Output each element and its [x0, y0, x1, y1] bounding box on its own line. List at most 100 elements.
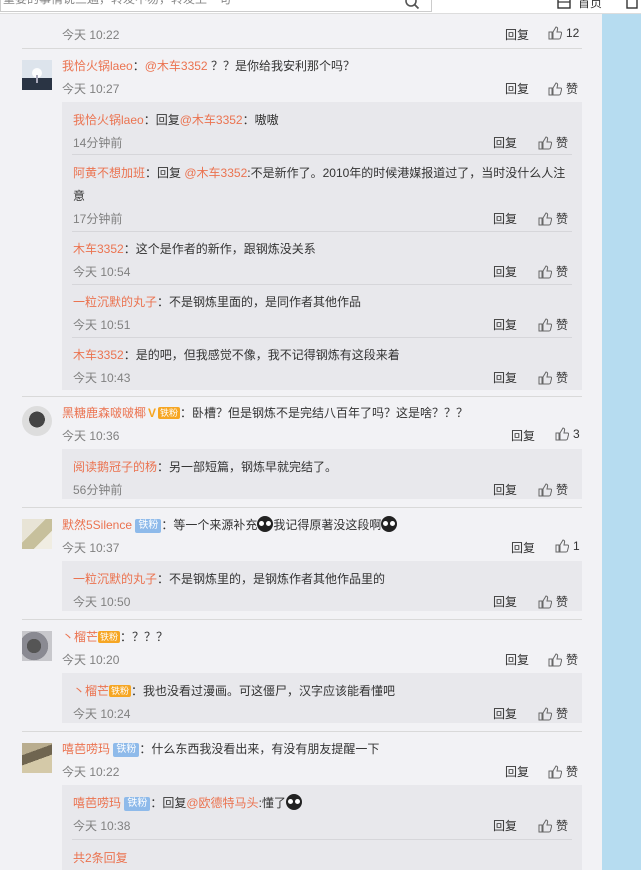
like-button[interactable]: 赞 [538, 316, 568, 333]
emoji-icon [285, 794, 302, 810]
thumbs-up-icon [538, 818, 552, 832]
like-button[interactable]: 赞 [548, 651, 578, 668]
divider [22, 619, 582, 620]
like-button[interactable]: 3 [555, 427, 580, 441]
emoji-icon [257, 516, 274, 532]
reply-text: 我恰火锅laeo：回复@木车3352：嗷嗷 [73, 111, 279, 128]
reply-button[interactable]: 回复 [505, 26, 529, 43]
avatar[interactable] [22, 60, 52, 90]
reply-button[interactable]: 回复 [493, 593, 517, 610]
comment-body: ：卧槽？但是钢炼不是完结八百年了吗？这是啥？？？ [180, 406, 469, 420]
like-count: 3 [573, 427, 580, 441]
like-button[interactable]: 赞 [538, 369, 568, 386]
like-button[interactable]: 赞 [538, 210, 568, 227]
like-button[interactable]: 赞 [538, 593, 568, 610]
comment-body: ：？？？ [120, 630, 169, 644]
avatar[interactable] [22, 406, 52, 436]
like-count: 赞 [556, 212, 569, 226]
reply-button[interactable]: 回复 [511, 427, 535, 444]
like-button[interactable]: 赞 [538, 263, 568, 280]
username-link[interactable]: 我恰火锅laeo [73, 113, 144, 127]
comment-body: ：等一个来源补充 [161, 518, 258, 532]
thumbs-up-icon [538, 482, 552, 496]
like-count: 赞 [566, 765, 579, 779]
reply-button[interactable]: 回复 [493, 481, 517, 498]
reply-text: 丶榴芒 铁粉 ：我也没看过漫画。可这僵尸，汉字应该能看懂吧 [73, 682, 395, 699]
like-button[interactable]: 赞 [538, 817, 568, 834]
reply-time: 17分钟前 [73, 212, 123, 226]
username-link[interactable]: 丶榴芒 [62, 630, 98, 644]
reply-button[interactable]: 回复 [493, 263, 517, 280]
thumbs-up-icon [538, 594, 552, 608]
username-link[interactable]: 木车3352 [73, 348, 124, 362]
reply-body: :懂了 [258, 796, 286, 810]
like-count: 赞 [556, 819, 569, 833]
reply-time: 今天 10:50 [73, 595, 131, 609]
like-count: 赞 [566, 653, 579, 667]
username-link[interactable]: 嘻芭唠玛 [73, 796, 121, 810]
reply-prefix: ：回复 [145, 166, 182, 180]
divider [72, 231, 572, 232]
username-link[interactable]: 默然5Silence [62, 518, 132, 532]
mention-link[interactable]: @木车3352 [184, 166, 247, 180]
avatar[interactable] [22, 631, 52, 661]
like-count: 赞 [556, 595, 569, 609]
like-button[interactable]: 赞 [538, 134, 568, 151]
like-button[interactable]: 赞 [548, 763, 578, 780]
divider [72, 154, 572, 155]
emoji-icon [381, 516, 398, 532]
comment-body: ？？是你给我安利那个吗？ [210, 59, 355, 73]
username-link[interactable]: 我恰火锅laeo [62, 59, 133, 73]
home-icon[interactable] [556, 0, 572, 10]
avatar[interactable] [22, 743, 52, 773]
reply-button[interactable]: 回复 [493, 369, 517, 386]
search-input[interactable]: 重要的事情说三遍，转发不易，转发上一句 [0, 0, 432, 12]
reply-text: 阿黄不想加班：回复 @木车3352:不是新作了。2010年的时候港媒报道过了，当… [73, 164, 565, 181]
reply-button[interactable]: 回复 [493, 210, 517, 227]
reply-text: 阅读鹅冠子的杨：另一部短篇，钢炼早就完结了。 [73, 458, 337, 475]
reply-button[interactable]: 回复 [493, 817, 517, 834]
thumbs-up-icon [548, 26, 562, 40]
reply-button[interactable]: 回复 [493, 316, 517, 333]
username-link[interactable]: 一粒沉默的丸子 [73, 572, 157, 586]
reply-button[interactable]: 回复 [493, 705, 517, 722]
like-button[interactable]: 12 [548, 26, 579, 40]
reply-button[interactable]: 回复 [505, 651, 529, 668]
comment-text: 黑糖鹿森啵啵椰 V 铁粉 ：卧槽？但是钢炼不是完结八百年了吗？这是啥？？？ [62, 404, 468, 421]
divider [22, 48, 582, 49]
username-link[interactable]: 一粒沉默的丸子 [73, 295, 157, 309]
reply-body: ：是的吧，但我感觉不像，我不记得钢炼有这段来着 [123, 348, 400, 362]
mention-link[interactable]: @欧德特马头 [186, 796, 258, 810]
mention-link[interactable]: @木车3352 [145, 59, 208, 73]
reply-button[interactable]: 回复 [493, 134, 517, 151]
fan-badge: 铁粉 [113, 743, 140, 757]
like-button[interactable]: 1 [555, 539, 580, 553]
reply-button[interactable]: 回复 [505, 80, 529, 97]
reply-body: ：不是钢炼里的，是钢炼作者其他作品里的 [157, 572, 386, 586]
username-link[interactable]: 阅读鹅冠子的杨 [73, 460, 157, 474]
home-link[interactable]: 首页 [578, 0, 602, 11]
comment-body-continued: 我记得原著没这段啊 [273, 518, 382, 532]
reply-prefix: ：回复 [150, 796, 187, 810]
comment-body: ：什么东西我没看出来，有没有朋友提醒一下 [139, 742, 380, 756]
username-link[interactable]: 阿黄不想加班 [73, 166, 145, 180]
reply-text: 木车3352：是的吧，但我感觉不像，我不记得钢炼有这段来着 [73, 346, 400, 363]
username-link[interactable]: 黑糖鹿森啵啵椰 [62, 406, 146, 420]
search-icon[interactable] [404, 0, 420, 10]
message-icon[interactable] [625, 0, 639, 10]
reply-body: :不是新作了。2010年的时候港媒报道过了，当时没什么人注 [247, 166, 566, 180]
divider [22, 507, 582, 508]
username-link[interactable]: 丶榴芒 [73, 684, 109, 698]
like-button[interactable]: 赞 [538, 705, 568, 722]
reply-button[interactable]: 回复 [505, 763, 529, 780]
like-button[interactable]: 赞 [548, 80, 578, 97]
like-button[interactable]: 赞 [538, 481, 568, 498]
username-link[interactable]: 嘻芭唠玛 [62, 742, 110, 756]
avatar[interactable] [22, 519, 52, 549]
username-link[interactable]: 木车3352 [73, 242, 124, 256]
mention-link[interactable]: @木车3352 [180, 113, 243, 127]
reply-button[interactable]: 回复 [511, 539, 535, 556]
view-all-replies-link[interactable]: 共2条回复 [73, 849, 128, 866]
reply-list: 嘻芭唠玛 铁粉 ：回复@欧德特马头:懂了 今天 10:38 回复 赞 共2条回复 [62, 785, 582, 870]
reply-list: 一粒沉默的丸子：不是钢炼里的，是钢炼作者其他作品里的 今天 10:50 回复 赞 [62, 561, 582, 611]
